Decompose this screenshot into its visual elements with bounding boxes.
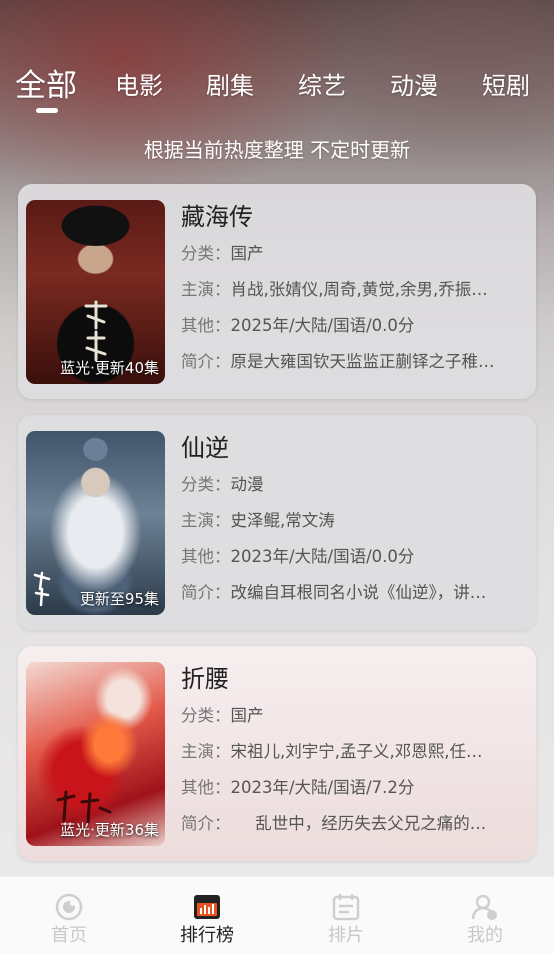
bottom-navigation: 首页 排行榜 排片 我的 [0, 876, 554, 953]
tab-all[interactable]: 全部 [15, 60, 77, 105]
ranking-subtitle: 根据当前热度整理 不定时更新 [143, 138, 411, 162]
nav-home[interactable]: 首页 [0, 877, 138, 953]
tab-short-drama[interactable]: 短剧 [482, 66, 530, 101]
item-info: 仙逆 分类：动漫 主演：史泽鲲,常文涛 其他：2023年/大陆/国语/0.0分 … [181, 431, 529, 611]
poster-title-calligraphy [84, 300, 108, 362]
item-info: 藏海传 分类：国产 主演：肖战,张婧仪,周奇,黄觉,余男,乔振… 其他：2025… [181, 200, 529, 380]
item-cast: 主演：史泽鲲,常文涛 [181, 511, 335, 530]
item-other: 其他：2025年/大陆/国语/0.0分 [181, 316, 415, 335]
chart-icon [194, 895, 220, 919]
item-category: 分类：国产 [181, 244, 264, 263]
nav-profile-label: 我的 [467, 925, 503, 946]
nav-profile[interactable]: 我的 [416, 877, 554, 953]
item-category: 分类：动漫 [181, 475, 264, 494]
tab-anime[interactable]: 动漫 [390, 66, 438, 101]
tab-movies[interactable]: 电影 [115, 66, 163, 101]
ranking-list: 蓝光·更新40集 藏海传 分类：国产 主演：肖战,张婧仪,周奇,黄觉,余男,乔振… [18, 184, 536, 877]
list-item[interactable]: 蓝光·更新40集 藏海传 分类：国产 主演：肖战,张婧仪,周奇,黄觉,余男,乔振… [18, 184, 536, 399]
poster-image[interactable]: 蓝光·更新40集 [26, 200, 165, 384]
item-intro: 简介： 乱世中，经历失去父兄之痛的… [181, 814, 487, 833]
poster-badge: 蓝光·更新40集 [60, 359, 159, 377]
item-title[interactable]: 折腰 [181, 662, 529, 698]
nav-ranking-label: 排行榜 [180, 925, 234, 946]
list-item[interactable]: 蓝光·更新36集 折腰 分类：国产 主演：宋祖儿,刘宇宁,孟子义,邓恩熙,任… … [18, 646, 536, 861]
list-item[interactable]: 更新至95集 仙逆 分类：动漫 主演：史泽鲲,常文涛 其他：2023年/大陆/国… [18, 415, 536, 630]
poster-image[interactable]: 蓝光·更新36集 [26, 662, 165, 846]
item-other: 其他：2023年/大陆/国语/7.2分 [181, 778, 415, 797]
nav-schedule[interactable]: 排片 [277, 877, 415, 953]
item-intro: 简介：改编自耳根同名小说《仙逆》，讲… [181, 583, 487, 602]
item-cast: 主演：宋祖儿,刘宇宁,孟子义,邓恩熙,任… [181, 742, 483, 761]
item-info: 折腰 分类：国产 主演：宋祖儿,刘宇宁,孟子义,邓恩熙,任… 其他：2023年/… [181, 662, 529, 842]
nav-schedule-label: 排片 [328, 925, 364, 946]
item-title[interactable]: 藏海传 [181, 200, 529, 236]
item-title[interactable]: 仙逆 [181, 431, 529, 467]
item-intro: 简介：原是大雍国钦天监监正蒯铎之子稚… [181, 352, 495, 371]
poster-image[interactable]: 更新至95集 [26, 431, 165, 615]
tab-series[interactable]: 剧集 [206, 66, 254, 101]
item-category: 分类：国产 [181, 706, 264, 725]
item-cast: 主演：肖战,张婧仪,周奇,黄觉,余男,乔振… [181, 280, 488, 299]
poster-title-calligraphy [33, 571, 51, 607]
poster-badge: 蓝光·更新36集 [60, 821, 159, 839]
category-tabs: 全部 电影 剧集 综艺 动漫 短剧 [0, 58, 554, 118]
active-tab-indicator [36, 108, 58, 113]
profile-icon [471, 894, 497, 920]
calendar-icon [332, 894, 360, 921]
home-icon [55, 893, 83, 921]
nav-ranking[interactable]: 排行榜 [138, 877, 276, 953]
item-other: 其他：2023年/大陆/国语/0.0分 [181, 547, 415, 566]
poster-badge: 更新至95集 [79, 590, 159, 608]
tab-variety[interactable]: 综艺 [298, 66, 346, 101]
nav-home-label: 首页 [51, 925, 87, 946]
